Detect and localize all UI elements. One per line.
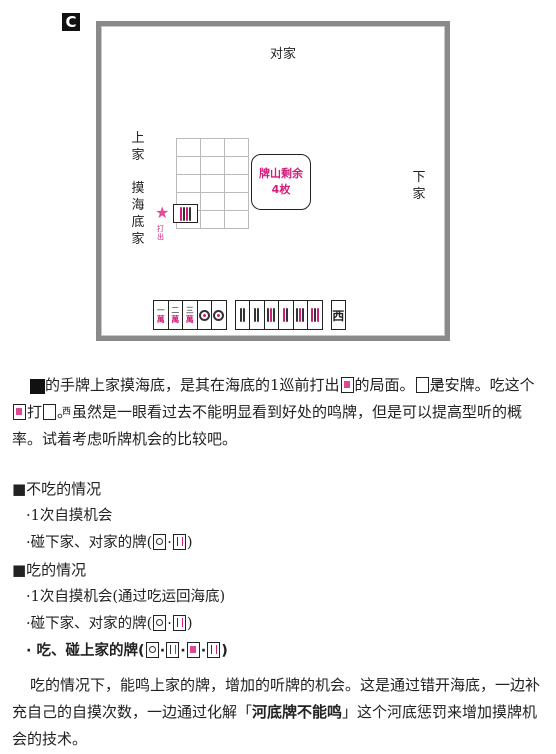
- tile-icon: [13, 404, 26, 420]
- tile-pin-a: [196, 300, 212, 330]
- tile-west: 西: [330, 300, 346, 330]
- tile-icon: [153, 534, 167, 550]
- tile-sou-e: [292, 300, 308, 330]
- seat-left-label: 上家: [131, 131, 145, 163]
- tile-sou-f: [307, 300, 323, 330]
- tile-1m: 一萬: [153, 300, 169, 330]
- mahjong-board: 对家 上家 摸海底家 下家 牌山剩余 4枚 ★ 打出 一萬 二萬 三萬 西: [96, 21, 450, 341]
- inline-badge: C: [30, 378, 57, 394]
- tile-3m: 三萬: [182, 300, 198, 330]
- heading-no-chi: ■不吃的情况: [12, 480, 102, 498]
- section-badge: C: [62, 13, 80, 31]
- tile-icon: [186, 642, 200, 658]
- tile-icon: [153, 615, 167, 631]
- bullet-2: ·碰下家、对家的牌(·): [26, 534, 193, 551]
- tile-icon: [43, 404, 57, 420]
- tile-sou-c: [263, 300, 279, 330]
- tile-icon: [172, 534, 186, 550]
- tile-pin-b: [211, 300, 227, 330]
- hand-tiles: 一萬 二萬 三萬 西: [153, 300, 346, 330]
- tile-icon: [166, 642, 180, 658]
- discard-marker-label: 打出: [157, 225, 164, 241]
- tile-sou-d: [278, 300, 294, 330]
- bullet-5: · 吃、碰上家的牌(· · ·): [26, 642, 228, 659]
- seat-right-label: 下家: [412, 170, 426, 202]
- discarded-tile: [173, 204, 198, 223]
- paragraph-conclusion: 吃的情况下，能鸣上家的牌，增加的听牌的机会。这是通过错开海底，一边补充自己的自摸…: [12, 676, 541, 748]
- heading-chi: ■吃的情况: [12, 561, 87, 579]
- tile-icon: [145, 642, 159, 658]
- tile-icon: [340, 377, 354, 393]
- bullet-1: ·1次自摸机会: [26, 508, 113, 524]
- tile-sou-a: [234, 300, 250, 330]
- tile-icon: [172, 615, 186, 631]
- tile-2m: 二萬: [167, 300, 183, 330]
- tile-icon: [415, 377, 429, 393]
- seat-top-label: 对家: [270, 47, 297, 62]
- bullet-4: ·碰下家、对家的牌(·): [26, 615, 193, 632]
- star-icon: ★: [155, 203, 170, 222]
- bullet-3: ·1次自摸机会(通过吃运回海底): [26, 589, 226, 605]
- seat-left-draw-label: 摸海底家: [131, 181, 145, 247]
- tile-sou-b: [249, 300, 265, 330]
- tile-icon: [207, 642, 221, 658]
- paragraph-situation: C的手牌上家摸海底，是其在海底的1巡前打出的局面。是安牌。吃这个打。虽然是一眼看…: [12, 372, 548, 453]
- wall-remaining-box: 牌山剩余 4枚: [251, 154, 311, 210]
